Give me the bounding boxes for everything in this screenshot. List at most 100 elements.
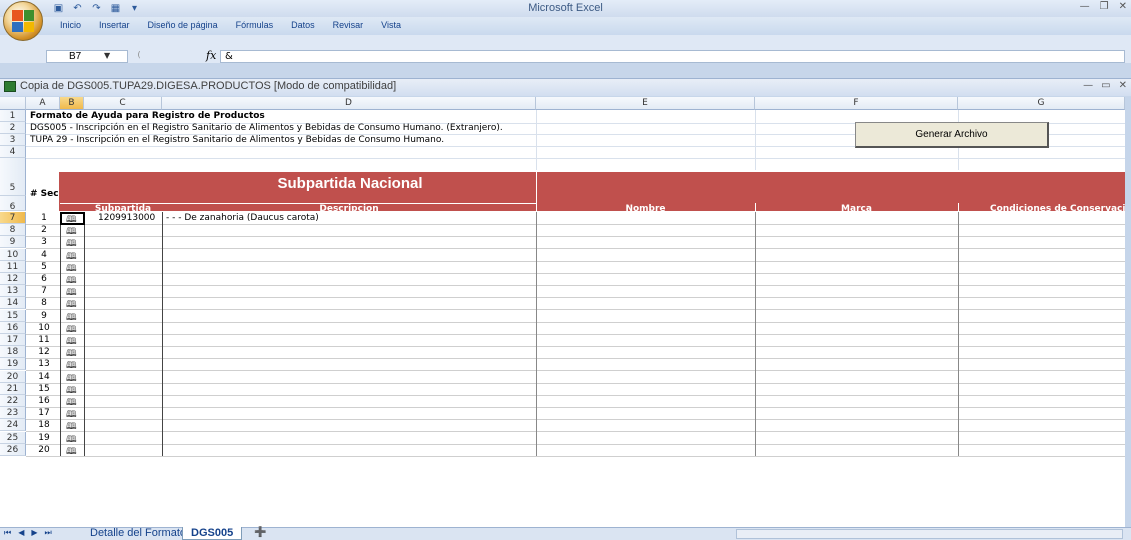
column-header-d[interactable]: D <box>162 97 536 110</box>
seq-cell[interactable]: 8 <box>34 298 54 308</box>
column-header-e[interactable]: E <box>536 97 755 110</box>
row-header-3[interactable]: 3 <box>0 134 26 146</box>
row-header-11[interactable]: 11 <box>0 261 26 273</box>
row-header-23[interactable]: 23 <box>0 407 26 419</box>
row-header-6[interactable]: 6 <box>0 196 26 212</box>
sheet-tab-detalle[interactable]: Detalle del Formato <box>82 527 194 540</box>
row-header-4[interactable]: 4 <box>0 146 26 158</box>
row-header-5[interactable]: 5 <box>0 158 26 196</box>
seq-cell[interactable]: 5 <box>34 262 54 272</box>
row-header-1[interactable]: 1 <box>0 110 26 122</box>
row-line <box>26 346 1125 347</box>
row-header-10[interactable]: 10 <box>0 249 26 261</box>
row-line <box>26 261 1125 262</box>
row-header-9[interactable]: 9 <box>0 236 26 248</box>
banner-title: Subpartida Nacional <box>277 175 423 192</box>
row-line <box>26 285 1125 286</box>
close-icon[interactable]: ✕ <box>1119 80 1127 91</box>
column-header-c[interactable]: C <box>84 97 162 110</box>
row-header-21[interactable]: 21 <box>0 383 26 395</box>
chevron-down-icon[interactable]: ▼ <box>104 51 110 60</box>
column-header-f[interactable]: F <box>755 97 958 110</box>
tab-datos[interactable]: Datos <box>291 20 315 30</box>
cell-a3[interactable]: TUPA 29 - Inscripción en el Registro San… <box>30 135 444 145</box>
seq-cell[interactable]: 18 <box>34 420 54 430</box>
name-box[interactable]: B7 <box>46 50 128 63</box>
select-all-corner[interactable] <box>0 97 26 110</box>
row-header-15[interactable]: 15 <box>0 310 26 322</box>
row-header-7[interactable]: 7 <box>0 212 26 224</box>
seq-cell[interactable]: 20 <box>34 445 54 455</box>
book-icon[interactable]: 🕮 <box>66 444 77 460</box>
column-header-g[interactable]: G <box>958 97 1125 110</box>
minimize-icon[interactable]: — <box>1083 80 1093 91</box>
horizontal-scrollbar[interactable] <box>736 529 1123 539</box>
restore-icon[interactable]: ▭ <box>1101 80 1110 91</box>
column-header-a[interactable]: A <box>26 97 60 110</box>
row-header-13[interactable]: 13 <box>0 285 26 297</box>
row-header-20[interactable]: 20 <box>0 371 26 383</box>
generate-file-button[interactable]: Generar Archivo <box>855 122 1049 148</box>
row-line <box>26 407 1125 408</box>
seq-cell[interactable]: 1 <box>34 213 54 223</box>
active-cell-b7[interactable] <box>60 212 85 225</box>
column-line <box>60 212 61 456</box>
tab-revisar[interactable]: Revisar <box>333 20 364 30</box>
seq-cell[interactable]: 15 <box>34 384 54 394</box>
tab-vista[interactable]: Vista <box>381 20 401 30</box>
vertical-scrollbar[interactable] <box>1125 97 1131 527</box>
seq-cell[interactable]: 9 <box>34 311 54 321</box>
row-header-18[interactable]: 18 <box>0 346 26 358</box>
restore-icon[interactable]: ❐ <box>1100 1 1109 12</box>
formula-input[interactable]: & <box>220 50 1125 63</box>
insert-sheet-icon[interactable]: ➕ <box>246 527 274 540</box>
row-header-22[interactable]: 22 <box>0 395 26 407</box>
workbook-name: Copia de DGS005.TUPA29.DIGESA.PRODUCTOS … <box>20 80 397 92</box>
seq-cell[interactable]: 10 <box>34 323 54 333</box>
seq-cell[interactable]: 12 <box>34 347 54 357</box>
tab-inicio[interactable]: Inicio <box>60 20 81 30</box>
cell-a2[interactable]: DGS005 - Inscripción en el Registro Sani… <box>30 123 503 133</box>
row-header-17[interactable]: 17 <box>0 334 26 346</box>
row-header-12[interactable]: 12 <box>0 273 26 285</box>
last-sheet-icon[interactable]: ⏭ <box>45 528 52 538</box>
prev-sheet-icon[interactable]: ◀ <box>18 528 24 538</box>
office-button[interactable] <box>3 1 43 41</box>
office-logo-icon <box>12 10 34 32</box>
cell-a1[interactable]: Formato de Ayuda para Registro de Produc… <box>30 111 265 121</box>
next-sheet-icon[interactable]: ▶ <box>31 528 37 538</box>
tab-diseno[interactable]: Diseño de página <box>148 20 218 30</box>
row-header-8[interactable]: 8 <box>0 224 26 236</box>
seq-cell[interactable]: 4 <box>34 250 54 260</box>
tab-insertar[interactable]: Insertar <box>99 20 130 30</box>
worksheet-grid[interactable]: A B C D E F G 1 2 3 4 5 6 Formato de Ayu… <box>0 97 1125 527</box>
seq-cell[interactable]: 2 <box>34 225 54 235</box>
row-header-16[interactable]: 16 <box>0 322 26 334</box>
sheet-tab-dgs005[interactable]: DGS005 <box>182 527 243 540</box>
seq-cell[interactable]: 3 <box>34 237 54 247</box>
cancel-icon[interactable]: ( <box>132 50 146 63</box>
tab-formulas[interactable]: Fórmulas <box>236 20 274 30</box>
seq-cell[interactable]: 19 <box>34 433 54 443</box>
row-header-25[interactable]: 25 <box>0 432 26 444</box>
row-header-24[interactable]: 24 <box>0 419 26 431</box>
cell-c7[interactable]: 1209913000 <box>98 213 155 223</box>
row-header-14[interactable]: 14 <box>0 297 26 309</box>
minimize-icon[interactable]: — <box>1080 1 1090 12</box>
insert-function-icon[interactable]: fx <box>206 49 216 62</box>
column-header-b[interactable]: B <box>60 97 84 110</box>
seq-cell[interactable]: 11 <box>34 335 54 345</box>
excel-workbook-icon <box>4 81 16 92</box>
row-header-26[interactable]: 26 <box>0 444 26 456</box>
seq-cell[interactable]: 7 <box>34 286 54 296</box>
seq-cell[interactable]: 14 <box>34 372 54 382</box>
row-header-19[interactable]: 19 <box>0 358 26 370</box>
seq-cell[interactable]: 16 <box>34 396 54 406</box>
seq-cell[interactable]: 13 <box>34 359 54 369</box>
close-icon[interactable]: ✕ <box>1119 1 1127 12</box>
first-sheet-icon[interactable]: ⏮ <box>4 528 11 538</box>
seq-cell[interactable]: 6 <box>34 274 54 284</box>
seq-cell[interactable]: 17 <box>34 408 54 418</box>
row-header-2[interactable]: 2 <box>0 122 26 134</box>
cell-d7[interactable]: - - - De zanahoria (Daucus carota) <box>166 213 319 223</box>
